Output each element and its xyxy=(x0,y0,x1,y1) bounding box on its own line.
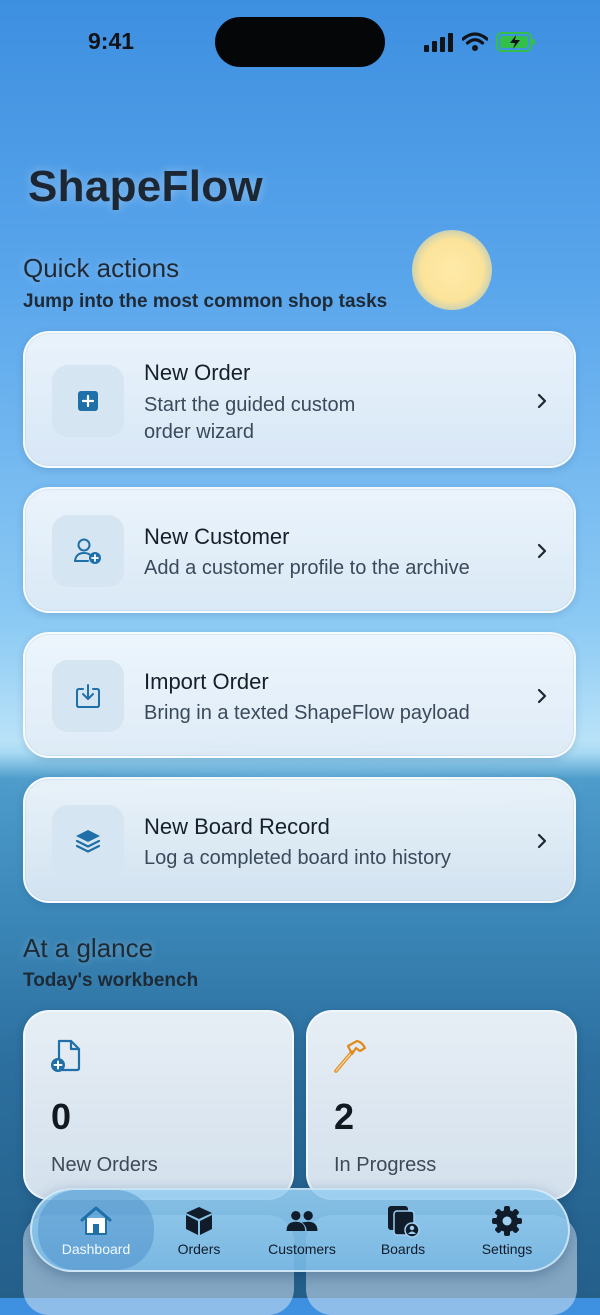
tab-orders[interactable]: Orders xyxy=(160,1190,238,1270)
gear-icon xyxy=(492,1205,522,1236)
new-order-subtitle: Start the guided custom order wizard xyxy=(144,394,356,443)
tab-settings-label: Settings xyxy=(481,1240,533,1257)
hammer-icon xyxy=(334,1039,367,1073)
house-icon xyxy=(80,1206,112,1235)
import-order-icon-box xyxy=(52,660,124,732)
chevron-right-icon xyxy=(537,688,547,704)
status-icons xyxy=(424,30,536,54)
status-bar: 9:41 xyxy=(0,0,600,84)
sun-decoration xyxy=(412,230,492,310)
tab-dashboard-label: Dashboard xyxy=(61,1240,131,1257)
quick-actions-subtitle: Jump into the most common shop tasks xyxy=(23,291,388,312)
new-board-record-title: New Board Record xyxy=(144,814,330,839)
tab-dashboard[interactable]: Dashboard xyxy=(38,1190,154,1270)
new-customer-icon-box xyxy=(52,515,124,587)
new-order-card[interactable]: New Order Start the guided custom order … xyxy=(23,331,576,468)
new-board-record-card[interactable]: New Board Record Log a completed board i… xyxy=(23,777,576,903)
tab-customers-label: Customers xyxy=(268,1240,336,1257)
layers-icon xyxy=(75,830,101,853)
app-title: ShapeFlow xyxy=(28,162,263,211)
new-orders-value: 0 xyxy=(51,1096,72,1137)
dynamic-island xyxy=(215,17,385,67)
import-order-subtitle: Bring in a texted ShapeFlow payload xyxy=(144,702,470,724)
wifi-icon xyxy=(462,32,488,51)
new-customer-title: New Customer xyxy=(144,524,290,549)
chevron-right-icon xyxy=(537,543,547,559)
tab-boards-label: Boards xyxy=(380,1240,426,1257)
new-orders-stat-card[interactable]: 0 New Orders xyxy=(23,1010,294,1200)
import-order-title: Import Order xyxy=(144,669,269,694)
import-order-card[interactable]: Import Order Bring in a texted ShapeFlow… xyxy=(23,632,576,758)
battery-icon xyxy=(496,32,535,52)
plus-square-icon xyxy=(78,391,98,411)
new-board-record-subtitle: Log a completed board into history xyxy=(144,847,451,869)
status-time: 9:41 xyxy=(88,28,135,54)
new-order-title: New Order xyxy=(144,360,251,385)
in-progress-stat-card[interactable]: 2 In Progress xyxy=(306,1010,577,1200)
new-orders-label: New Orders xyxy=(51,1154,158,1176)
import-tray-icon xyxy=(76,684,100,708)
boards-icon xyxy=(388,1205,420,1238)
glance-title: At a glance xyxy=(23,933,154,963)
tab-boards[interactable]: Boards xyxy=(366,1190,440,1270)
tab-customers[interactable]: Customers xyxy=(254,1190,350,1270)
tab-orders-label: Orders xyxy=(177,1240,221,1257)
chevron-right-icon xyxy=(537,833,547,849)
in-progress-label: In Progress xyxy=(334,1154,437,1176)
new-customer-subtitle: Add a customer profile to the archive xyxy=(144,557,470,579)
tab-bar: Dashboard Orders Customers Boards Settin… xyxy=(30,1188,570,1272)
glance-subtitle: Today's workbench xyxy=(23,970,199,991)
new-order-icon-box xyxy=(52,365,124,437)
new-board-record-icon-box xyxy=(52,805,124,877)
people-icon xyxy=(286,1210,318,1231)
in-progress-value: 2 xyxy=(334,1096,355,1137)
document-add-icon xyxy=(51,1039,81,1072)
quick-actions-title: Quick actions xyxy=(23,253,180,283)
person-add-icon xyxy=(74,538,101,564)
new-customer-card[interactable]: New Customer Add a customer profile to t… xyxy=(23,487,576,613)
cellular-signal-icon xyxy=(424,33,453,52)
chevron-right-icon xyxy=(537,393,547,409)
box-icon xyxy=(186,1206,212,1235)
tab-settings[interactable]: Settings xyxy=(464,1190,550,1270)
